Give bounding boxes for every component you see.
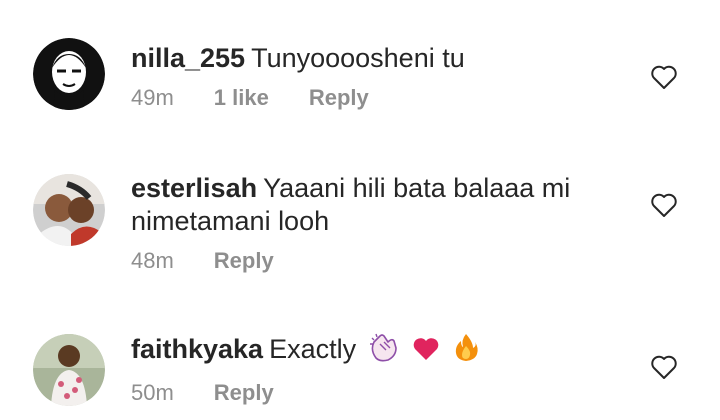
avatar[interactable] xyxy=(33,174,105,246)
reply-button[interactable]: Reply xyxy=(309,85,369,111)
comment-timestamp: 48m xyxy=(131,248,174,273)
comment-text: Tunyoooosheni tu xyxy=(251,43,465,73)
heart-icon[interactable] xyxy=(650,354,678,380)
username[interactable]: faithkyaka xyxy=(131,334,263,364)
comment-text: Exactly xyxy=(269,334,357,364)
like-count[interactable]: 1 like xyxy=(214,85,269,111)
username[interactable]: esterlisah xyxy=(131,173,257,203)
red-heart-emoji xyxy=(411,336,441,370)
comment-timestamp: 50m xyxy=(131,380,174,405)
fire-emoji xyxy=(453,332,479,370)
reply-button[interactable]: Reply xyxy=(214,380,274,406)
heart-icon[interactable] xyxy=(650,64,678,90)
clapping-hands-emoji xyxy=(368,332,400,370)
avatar[interactable] xyxy=(33,334,105,406)
heart-icon[interactable] xyxy=(650,192,678,218)
reply-button[interactable]: Reply xyxy=(214,248,274,274)
username[interactable]: nilla_255 xyxy=(131,43,245,73)
comment-timestamp: 49m xyxy=(131,85,174,110)
avatar[interactable] xyxy=(33,38,105,110)
